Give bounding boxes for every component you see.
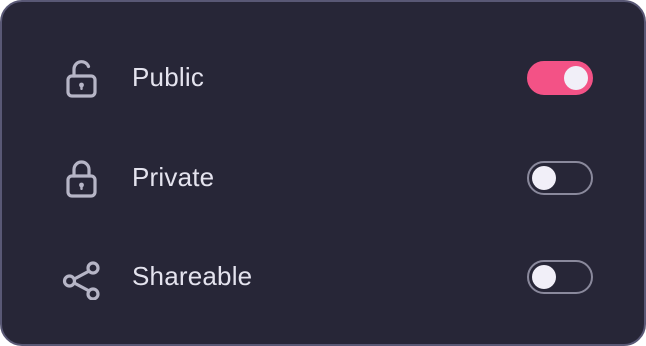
lock-open-icon — [59, 55, 105, 101]
private-toggle[interactable] — [527, 161, 593, 195]
setting-row-public: Public — [2, 47, 644, 107]
toggle-knob — [532, 265, 556, 289]
share-icon — [59, 254, 105, 300]
lock-icon — [59, 155, 105, 201]
setting-label-private: Private — [132, 162, 215, 192]
shareable-toggle[interactable] — [527, 260, 593, 294]
visibility-settings-card: Public Private Shareable — [0, 0, 646, 346]
toggle-knob — [532, 166, 556, 190]
setting-label-public: Public — [132, 62, 205, 92]
toggle-knob — [564, 66, 588, 90]
setting-label-shareable: Shareable — [132, 261, 253, 291]
setting-row-shareable: Shareable — [2, 246, 644, 306]
setting-row-private: Private — [2, 147, 644, 207]
public-toggle[interactable] — [527, 61, 593, 95]
